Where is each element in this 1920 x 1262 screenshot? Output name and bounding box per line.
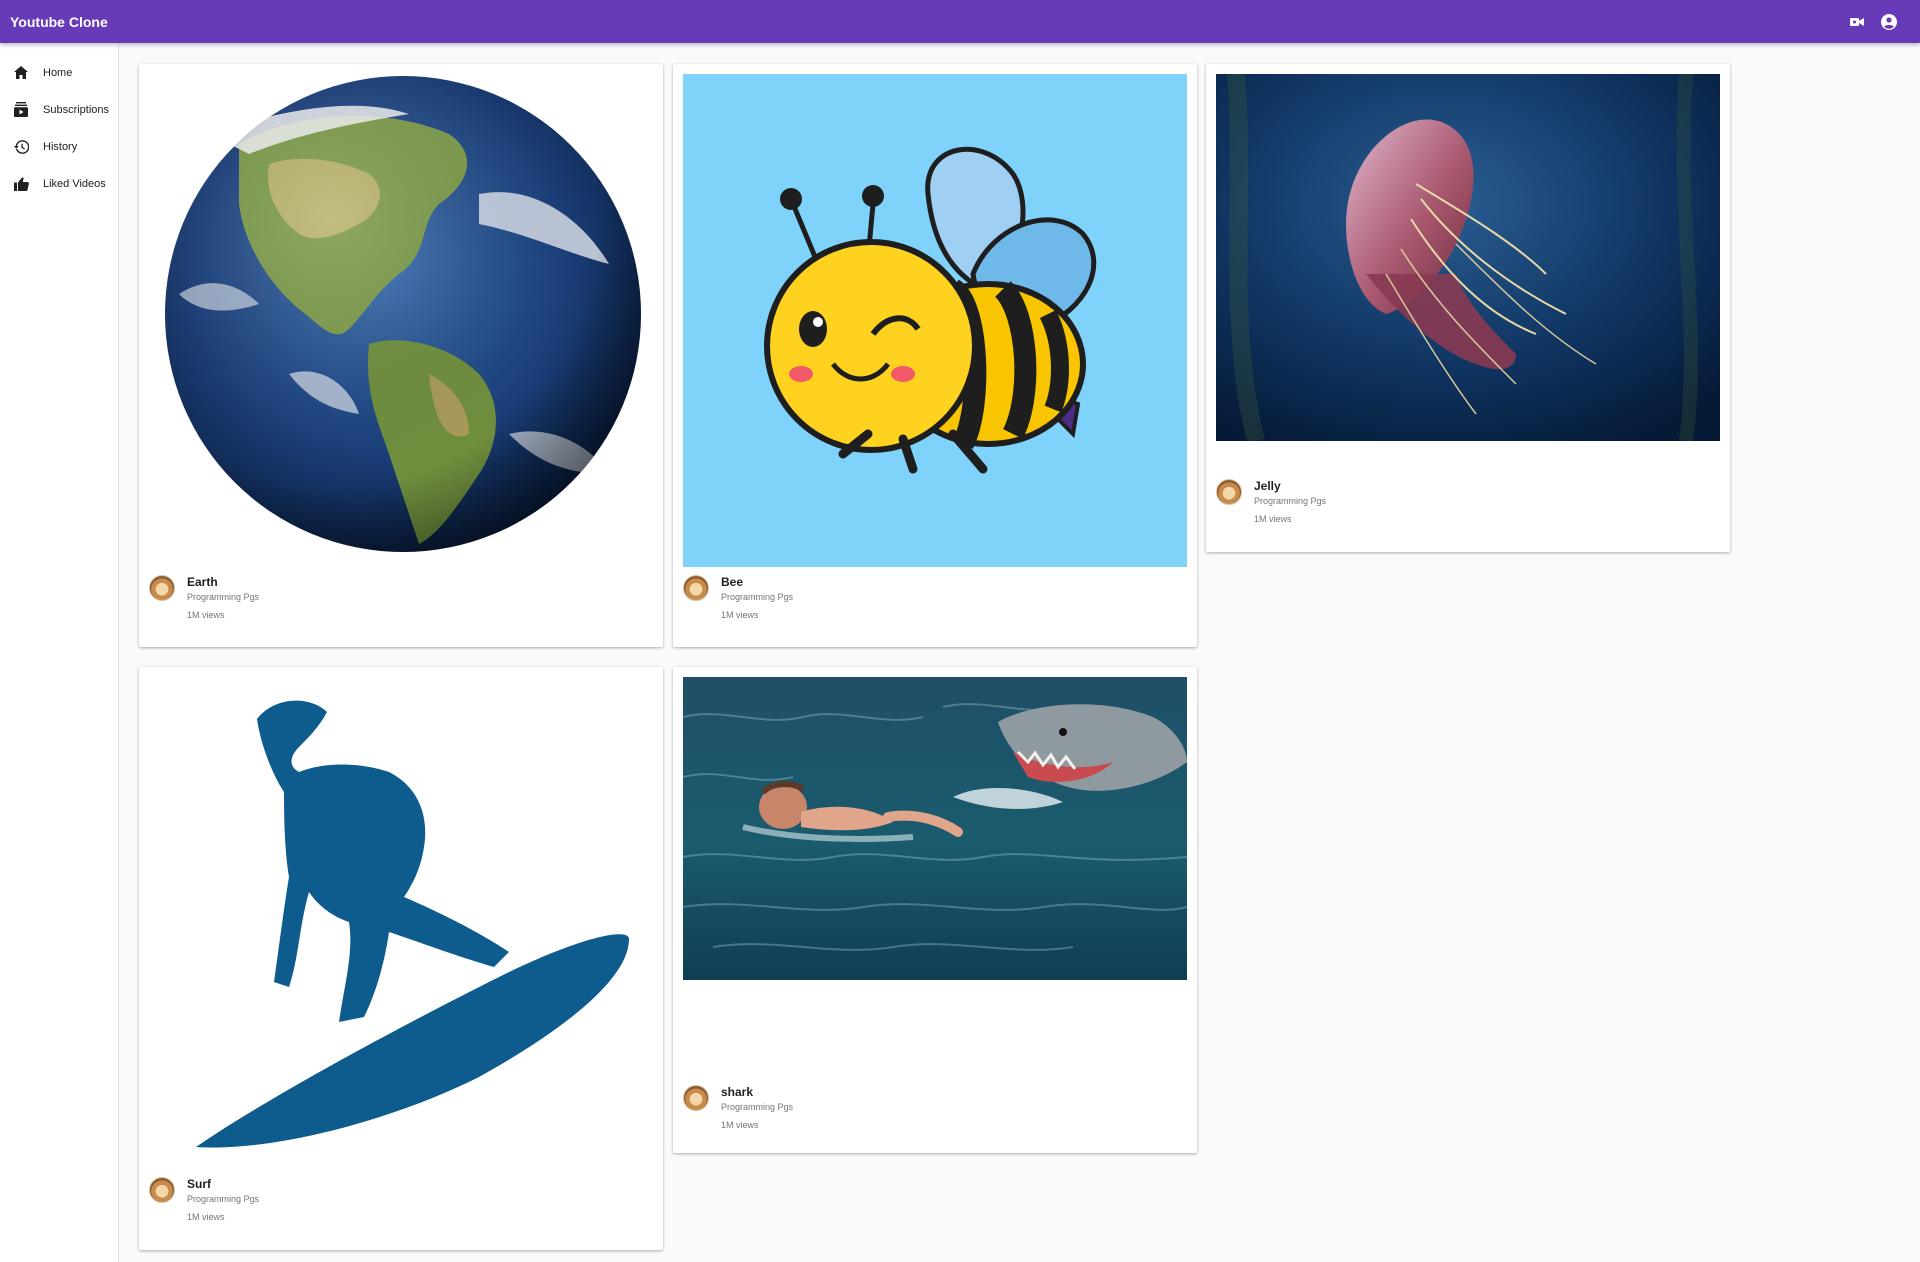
channel-avatar[interactable] [1216,479,1242,505]
sidebar-item-subscriptions[interactable]: Subscriptions [0,91,118,128]
channel-avatar[interactable] [149,1177,175,1203]
channel-name[interactable]: Programming Pgs [721,1102,793,1112]
channel-avatar[interactable] [149,575,175,601]
video-card-bee[interactable]: Bee Programming Pgs 1M views [673,64,1197,647]
history-icon [13,139,29,155]
video-meta: Jelly Programming Pgs 1M views [1216,479,1720,539]
home-icon [13,65,29,81]
video-meta: Surf Programming Pgs 1M views [149,1177,653,1237]
subscriptions-icon [13,102,29,118]
view-count: 1M views [721,1120,759,1130]
video-camera-icon[interactable] [1848,13,1866,31]
sidebar-item-history[interactable]: History [0,128,118,165]
sidebar-item-label: History [43,140,78,153]
channel-name[interactable]: Programming Pgs [187,592,259,602]
video-title[interactable]: Earth [187,575,218,589]
video-meta: Earth Programming Pgs 1M views [149,575,653,635]
video-meta: shark Programming Pgs 1M views [683,1085,1187,1145]
app-bar: Youtube Clone [0,0,1920,43]
channel-avatar[interactable] [683,575,709,601]
video-title[interactable]: Surf [187,1177,211,1191]
sidebar-item-label: Subscriptions [43,103,110,116]
video-meta: Bee Programming Pgs 1M views [683,575,1187,635]
video-title[interactable]: Jelly [1254,479,1281,493]
video-thumbnail[interactable] [149,677,653,1167]
video-title[interactable]: Bee [721,575,743,589]
sidebar-item-label: Liked Videos [43,177,106,190]
video-thumbnail[interactable] [683,74,1187,567]
view-count: 1M views [1254,514,1292,524]
sidebar-item-label: Home [43,66,73,79]
thumb-up-icon [13,176,29,192]
sidebar-item-liked-videos[interactable]: Liked Videos [0,165,118,202]
account-circle-icon[interactable] [1880,13,1898,31]
video-card-jelly[interactable]: Jelly Programming Pgs 1M views [1206,64,1730,552]
video-card-earth[interactable]: Earth Programming Pgs 1M views [139,64,663,647]
video-thumbnail[interactable] [149,74,653,564]
video-thumbnail[interactable] [683,677,1187,980]
view-count: 1M views [721,610,759,620]
video-title[interactable]: shark [721,1085,753,1099]
app-title: Youtube Clone [10,13,108,30]
view-count: 1M views [187,1212,225,1222]
channel-name[interactable]: Programming Pgs [721,592,793,602]
sidebar-item-home[interactable]: Home [0,54,118,91]
video-card-shark[interactable]: shark Programming Pgs 1M views [673,667,1197,1153]
video-card-surf[interactable]: Surf Programming Pgs 1M views [139,667,663,1250]
app-bar-actions [1848,0,1898,43]
channel-avatar[interactable] [683,1085,709,1111]
channel-name[interactable]: Programming Pgs [1254,496,1326,506]
channel-name[interactable]: Programming Pgs [187,1194,259,1204]
view-count: 1M views [187,610,225,620]
sidebar: Home Subscriptions History Liked Videos [0,43,119,1262]
video-thumbnail[interactable] [1216,74,1720,441]
